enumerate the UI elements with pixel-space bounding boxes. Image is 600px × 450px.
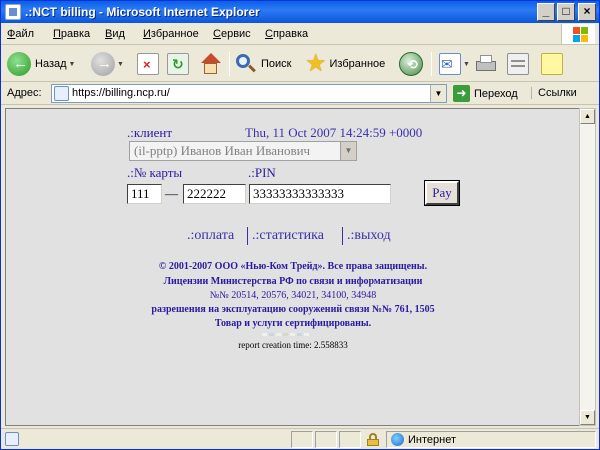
nav-stats-link[interactable]: .:статистика	[252, 228, 324, 244]
menu-bar: Файл Правка Вид Избранное Сервис Справка	[1, 23, 599, 45]
lock-icon	[367, 433, 379, 446]
toolbar: ← Назад ▼ → ▼ × ↻ Поиск ★ Избранное ⟲ ✉ …	[1, 46, 599, 82]
nav-exit-link[interactable]: .:выход	[347, 228, 391, 244]
address-input[interactable]: https://billing.ncp.ru/ ▼	[51, 84, 447, 103]
pin-label: .:PIN	[248, 165, 276, 180]
links-button[interactable]: Ссылки	[531, 87, 577, 99]
stop-icon: ×	[137, 53, 159, 75]
pay-button[interactable]: Pay	[424, 180, 460, 206]
menu-favorites[interactable]: Избранное	[143, 28, 199, 40]
chevron-down-icon[interactable]: ▼	[340, 142, 356, 160]
menu-view[interactable]: Вид	[105, 28, 125, 40]
globe-icon	[391, 433, 404, 446]
window-title: .:NCT billing - Microsoft Internet Explo…	[25, 5, 260, 19]
favorites-button[interactable]: ★ Избранное	[305, 49, 385, 79]
card-dash: —	[165, 186, 178, 201]
favorites-label: Избранное	[329, 58, 386, 70]
zone-label: Интернет	[408, 433, 456, 446]
menu-help[interactable]: Справка	[265, 28, 308, 40]
print-button[interactable]	[475, 49, 497, 79]
close-button[interactable]: ×	[578, 3, 596, 21]
page-content: .:клиент Thu, 11 Oct 2007 14:24:59 +0000…	[5, 108, 579, 426]
datetime-text: Thu, 11 Oct 2007 14:24:59 +0000	[245, 125, 423, 140]
permits-text: разрешения на эксплуатацию сооружений св…	[151, 304, 435, 315]
address-dropdown-icon[interactable]: ▼	[430, 85, 446, 102]
report-time-text: report creation time: 2.558833	[238, 340, 348, 350]
go-label: Переход	[474, 87, 518, 100]
ie-page-icon	[5, 4, 21, 20]
security-zone: Интернет	[391, 433, 456, 446]
menu-file[interactable]: Файл	[7, 28, 34, 40]
search-button[interactable]: Поиск	[235, 49, 291, 79]
favorites-star-icon: ★	[305, 50, 327, 77]
mail-button[interactable]: ✉ ▼	[439, 49, 470, 79]
search-label: Поиск	[261, 58, 292, 70]
back-label: Назад	[35, 58, 67, 70]
certification-text: Товар и услуги сертифицированы.	[214, 318, 372, 329]
mail-dropdown-icon[interactable]: ▼	[463, 61, 470, 68]
back-arrow-icon: ←	[7, 52, 31, 76]
card-number-part2-input[interactable]: 222222	[183, 184, 246, 204]
address-url[interactable]: https://billing.ncp.ru/	[72, 87, 170, 99]
client-label: .:клиент	[127, 125, 173, 140]
card-number-part1-input[interactable]: 111	[127, 184, 162, 204]
windows-logo-icon	[561, 24, 595, 44]
status-bar: Интернет	[1, 428, 599, 449]
address-label: Адрес:	[7, 87, 42, 99]
nav-payment-link[interactable]: .:оплата	[187, 228, 234, 244]
home-icon	[199, 53, 221, 75]
license-text: Лицензии Министерства РФ по связи и инфо…	[163, 276, 423, 287]
printer-icon	[475, 53, 497, 75]
page-icon	[54, 86, 69, 101]
pin-input[interactable]: 33333333333333	[249, 184, 391, 204]
mail-icon: ✉	[439, 53, 461, 75]
forward-dropdown-icon[interactable]: ▼	[117, 61, 124, 68]
menu-tools[interactable]: Сервис	[213, 28, 251, 40]
minimize-button[interactable]: _	[537, 3, 555, 21]
back-dropdown-icon[interactable]: ▼	[69, 61, 76, 68]
home-button[interactable]	[199, 49, 221, 79]
client-select[interactable]: (il-pptp) Иванов Иван Иванович ▼	[129, 141, 357, 161]
refresh-icon: ↻	[167, 53, 189, 75]
back-button[interactable]: ← Назад ▼	[7, 49, 75, 79]
go-arrow-icon: ➜	[453, 85, 470, 102]
scroll-down-icon[interactable]: ▼	[580, 410, 595, 425]
edit-button[interactable]	[507, 49, 529, 79]
search-icon	[235, 53, 257, 75]
copyright-text: © 2001-2007 ООО «Нью-Ком Трейд». Все пра…	[158, 261, 428, 272]
forward-arrow-icon: →	[91, 52, 115, 76]
browser-window: .:NCT billing - Microsoft Internet Explo…	[0, 0, 600, 450]
maximize-button[interactable]: □	[557, 3, 575, 21]
client-select-value: (il-pptp) Иванов Иван Иванович	[134, 143, 311, 158]
edit-page-icon	[507, 53, 529, 75]
menu-edit[interactable]: Правка	[53, 28, 90, 40]
decorative-dots	[262, 333, 309, 336]
vertical-scrollbar[interactable]: ▲ ▼	[579, 108, 596, 426]
license-numbers-text: №№ 20514, 20576, 34021, 34100, 34948	[209, 290, 377, 301]
address-bar: Адрес: https://billing.ncp.ru/ ▼ ➜ Перех…	[1, 83, 599, 105]
title-bar: .:NCT billing - Microsoft Internet Explo…	[1, 1, 599, 23]
refresh-button[interactable]: ↻	[167, 49, 189, 79]
history-button[interactable]: ⟲	[399, 49, 423, 79]
card-number-label: .:№ карты	[127, 165, 183, 180]
messenger-button[interactable]	[541, 49, 563, 79]
history-icon: ⟲	[399, 52, 423, 76]
forward-button[interactable]: → ▼	[91, 49, 124, 79]
scroll-up-icon[interactable]: ▲	[580, 109, 595, 124]
page-status-icon	[5, 432, 19, 446]
go-button[interactable]: ➜ Переход	[453, 84, 518, 103]
stop-button[interactable]: ×	[137, 49, 159, 79]
note-icon	[541, 53, 563, 75]
